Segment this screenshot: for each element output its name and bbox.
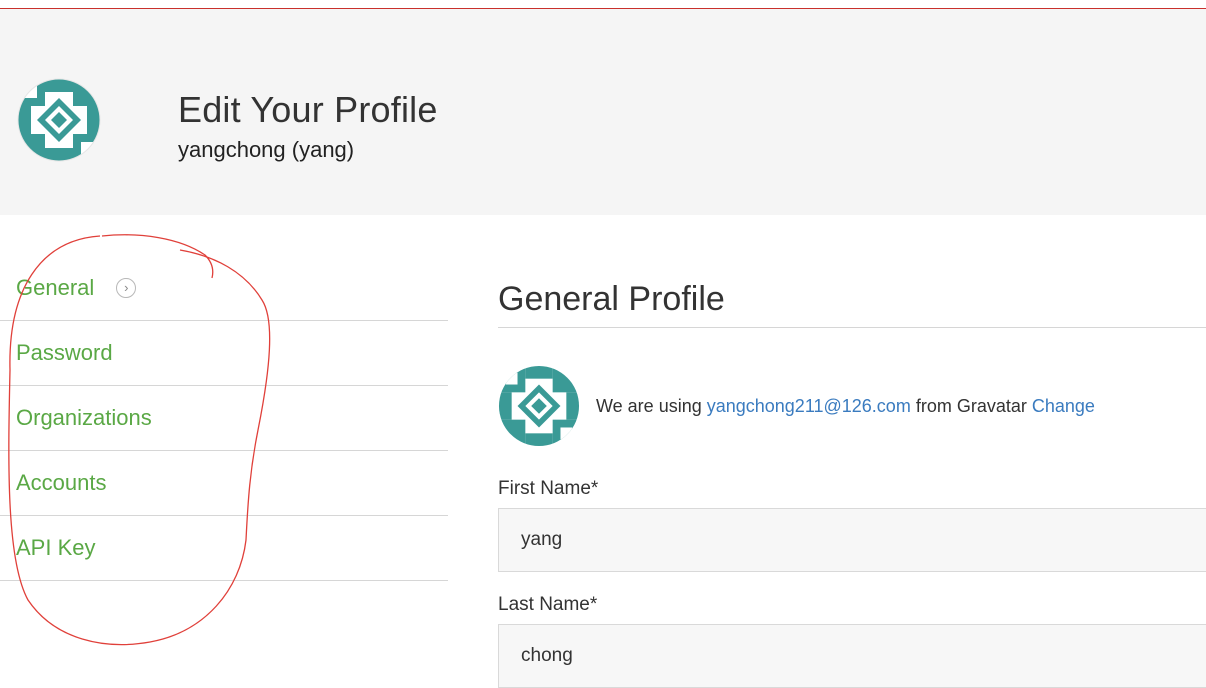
sidebar-item-label: Password <box>16 340 113 365</box>
gravatar-email-link[interactable]: yangchong211@126.com <box>707 396 911 416</box>
profile-header: Edit Your Profile yangchong (yang) <box>0 9 1206 215</box>
general-profile-panel: General Profile We are using yangchong21… <box>498 255 1206 688</box>
gravatar-middle: from Gravatar <box>910 395 1032 416</box>
sidebar-item-label: Accounts <box>16 470 107 495</box>
profile-sidenav: General › Password Organizations Account… <box>0 255 448 581</box>
sidebar-item-label: General <box>16 274 95 300</box>
sidebar-item-general[interactable]: General › <box>0 255 448 321</box>
sidebar-item-label: Organizations <box>16 405 152 430</box>
gravatar-prefix: We are using <box>596 395 707 416</box>
first-name-field[interactable] <box>498 508 1206 572</box>
gravatar-notice: We are using yangchong211@126.com from G… <box>596 396 1095 417</box>
sidebar-item-password[interactable]: Password <box>0 321 448 386</box>
avatar <box>17 78 101 162</box>
gravatar-avatar <box>498 365 580 447</box>
last-name-label: Last Name* <box>498 594 598 615</box>
sidebar-item-organizations[interactable]: Organizations <box>0 386 448 451</box>
gravatar-row: We are using yangchong211@126.com from G… <box>498 364 1206 448</box>
sidebar-item-accounts[interactable]: Accounts <box>0 451 448 516</box>
last-name-field[interactable] <box>498 624 1206 688</box>
username-label: yangchong (yang) <box>178 137 355 162</box>
section-title: General Profile <box>498 255 1206 328</box>
change-gravatar-link[interactable]: Change <box>1032 396 1095 416</box>
sidebar-item-label: API Key <box>16 535 96 560</box>
chevron-right-icon: › <box>116 277 137 298</box>
first-name-label: First Name* <box>498 478 599 499</box>
page-title: Edit Your Profile <box>178 89 438 130</box>
sidebar-item-api-key[interactable]: API Key <box>0 516 448 581</box>
